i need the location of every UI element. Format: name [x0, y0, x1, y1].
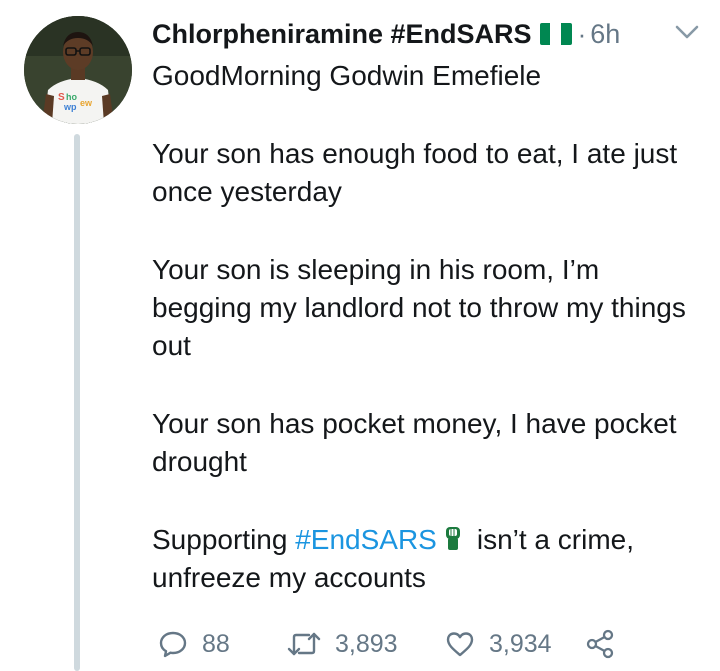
tweet-paragraph-greeting: GoodMorning Godwin Emefiele — [152, 60, 542, 91]
avatar[interactable]: S ho wp ew — [24, 16, 132, 124]
tweet-text: GoodMorning Godwin Emefiele Your son has… — [152, 57, 692, 597]
heart-icon — [446, 632, 474, 657]
share-icon — [586, 629, 614, 659]
like-button[interactable]: 3,934 — [445, 630, 585, 659]
share-button[interactable] — [585, 629, 615, 659]
tweet-actions: 88 3,893 3,934 — [158, 622, 615, 666]
tweet-paragraph-food: Your son has enough food to eat, I ate j… — [152, 138, 678, 207]
tweet-header: Chlorpheniramine #EndSARS · 6h — [152, 14, 620, 54]
reply-count: 88 — [202, 629, 230, 658]
like-count: 3,934 — [489, 629, 552, 658]
timestamp[interactable]: 6h — [590, 19, 620, 50]
chevron-down-icon[interactable] — [673, 22, 701, 42]
hashtag-link[interactable]: #EndSARS — [295, 524, 437, 555]
retweet-button[interactable]: 3,893 — [287, 630, 445, 659]
separator-dot: · — [577, 18, 587, 49]
reply-icon — [159, 631, 187, 658]
svg-text:ho: ho — [66, 92, 77, 102]
raised-fist-icon — [445, 527, 460, 550]
support-text: Supporting — [152, 524, 296, 555]
svg-text:wp: wp — [63, 102, 77, 112]
thread-line — [74, 134, 80, 671]
svg-text:ew: ew — [80, 98, 93, 108]
tweet-paragraph-money: Your son has pocket money, I have pocket… — [152, 408, 677, 477]
nigeria-flag-icon — [539, 23, 572, 45]
profile-photo: S ho wp ew — [24, 16, 132, 124]
retweet-icon — [287, 632, 321, 656]
tweet-paragraph-room: Your son is sleeping in his room, I’m be… — [152, 254, 686, 361]
tweet-card[interactable]: S ho wp ew Chlorpheniramine #EndSARS · 6… — [0, 0, 720, 671]
retweet-count: 3,893 — [335, 629, 398, 658]
display-name[interactable]: Chlorpheniramine #EndSARS — [152, 19, 532, 50]
tweet-paragraph-support: Supporting #EndSARS isn’t a crime, unfree… — [152, 521, 692, 597]
reply-button[interactable]: 88 — [158, 629, 287, 659]
